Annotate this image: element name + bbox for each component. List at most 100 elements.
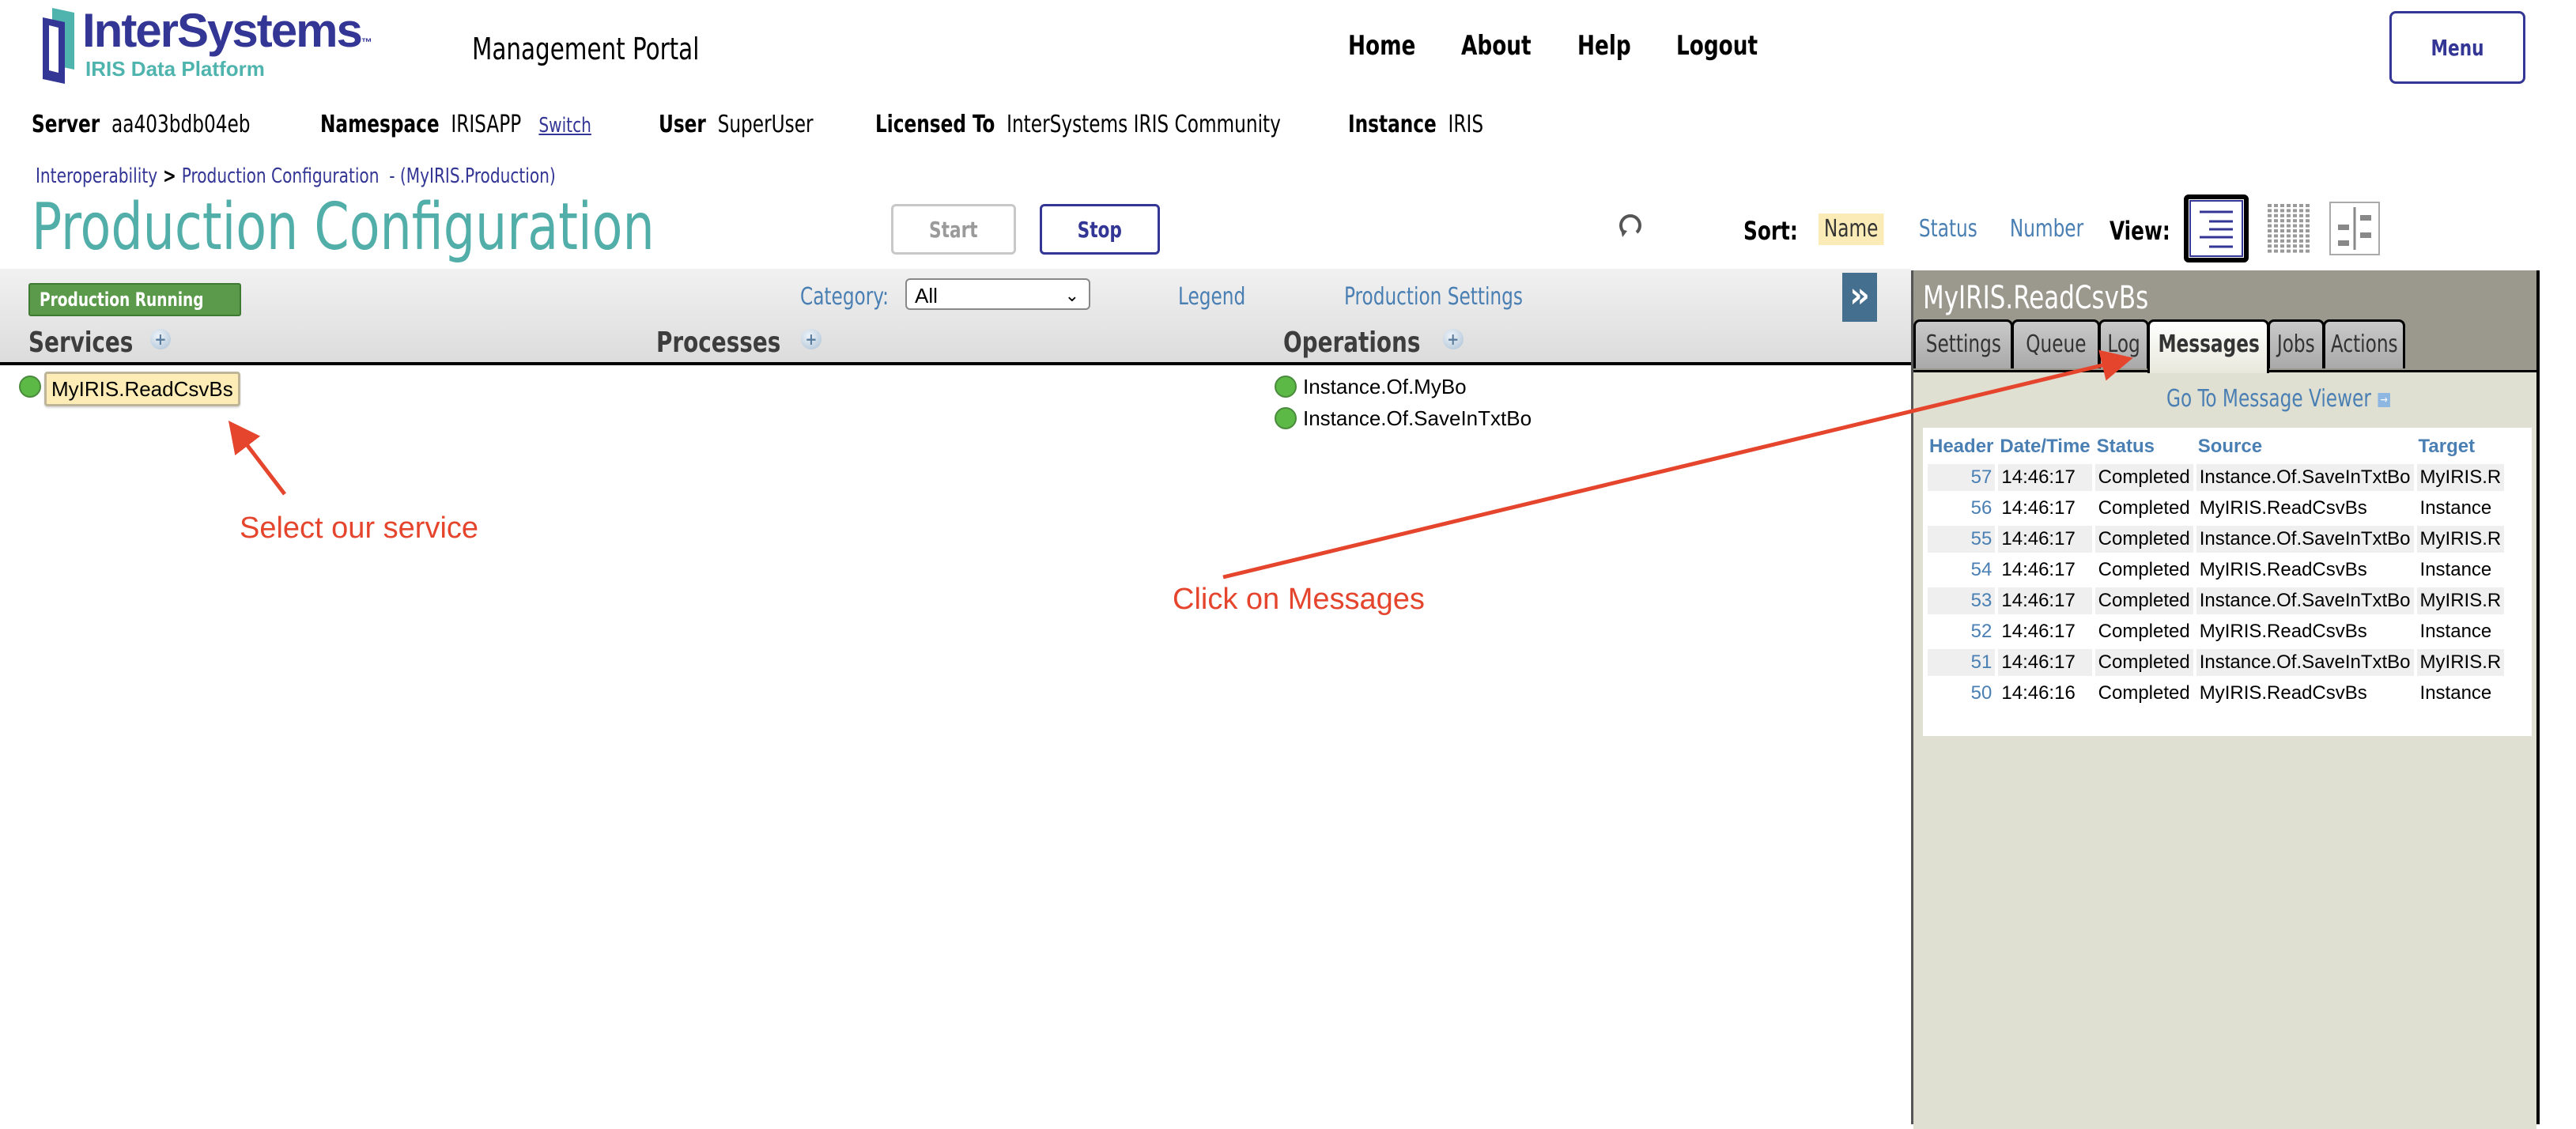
table-row[interactable]: 56 14:46:17 Completed MyIRIS.ReadCsvBs Insta… <box>1928 495 2504 522</box>
add-operation-icon[interactable]: + <box>1442 329 1464 349</box>
grid-dot <box>2306 209 2310 213</box>
start-button[interactable]: Start <box>891 204 1016 255</box>
list-view-button[interactable] <box>2184 194 2249 262</box>
grid-dot <box>2287 249 2291 253</box>
column-header-status[interactable]: Status <box>2095 433 2193 460</box>
nav-logout-link[interactable]: Logout <box>1676 28 1758 63</box>
table-row[interactable]: 57 14:46:17 Completed Instance.Of.SaveInTxt… <box>1928 464 2505 491</box>
operation-item-instance-of-saveintxtbo[interactable]: Instance.Of.SaveInTxtBo <box>1303 405 1532 432</box>
table-row[interactable]: 50 14:46:16 Completed MyIRIS.ReadCsvBs Insta… <box>1928 680 2504 707</box>
page-header: Interoperability > Production Configuratio… <box>0 155 2576 269</box>
grid-dot <box>2306 244 2310 248</box>
grid-dot <box>2268 249 2272 253</box>
grid-dot <box>2293 219 2297 223</box>
add-service-icon[interactable]: + <box>149 329 171 349</box>
services-column-header: Services + <box>28 326 171 361</box>
cell-num[interactable]: 55 <box>1928 526 1996 553</box>
breadcrumb-production-configuration[interactable]: Production Configuration <box>182 164 380 188</box>
production-settings-link[interactable]: Production Settings <box>1344 280 1523 315</box>
cell-status: Completed <box>2094 587 2193 614</box>
service-item-myiris-readcsvbs[interactable]: MyIRIS.ReadCsvBs <box>44 372 240 406</box>
hierarchy-view-button[interactable] <box>2329 199 2384 258</box>
grid-dot <box>2268 209 2272 213</box>
stop-button[interactable]: Stop <box>1040 204 1160 255</box>
category-label: Category: <box>800 283 889 311</box>
cell-datetime: 14:46:17 <box>2001 497 2076 519</box>
cell-datetime: 14:46:17 <box>1998 526 2092 553</box>
add-process-icon[interactable]: + <box>800 329 822 349</box>
category-select[interactable]: All ⌄ <box>905 278 1090 310</box>
nav-home-link[interactable]: Home <box>1348 28 1415 63</box>
collapse-panel-button[interactable]: » <box>1842 273 1877 322</box>
cell-num[interactable]: 52 <box>1928 618 1995 645</box>
cell-num[interactable]: 54 <box>1928 557 1995 583</box>
cell-num[interactable]: 53 <box>1928 587 1996 614</box>
legend-link[interactable]: Legend <box>1178 280 1245 315</box>
sort-by-name[interactable]: Name <box>1819 213 1884 245</box>
table-row[interactable]: 52 14:46:17 Completed MyIRIS.ReadCsvBs Insta… <box>1928 618 2504 645</box>
cell-datetime: 14:46:17 <box>2001 559 2076 580</box>
tab-jobs[interactable]: Jobs <box>2268 319 2325 368</box>
sort-by-number[interactable]: Number <box>2004 213 2089 245</box>
intersystems-logo-icon <box>43 8 74 84</box>
operation-item-instance-of-mybo[interactable]: Instance.Of.MyBo <box>1303 373 1467 400</box>
grid-dot <box>2287 204 2291 207</box>
tab-log[interactable]: Log <box>2098 319 2149 368</box>
processes-column-header: Processes + <box>656 326 822 361</box>
nav-about-link[interactable]: About <box>1461 28 1532 63</box>
grid-dot <box>2280 224 2284 228</box>
grid-dot <box>2299 229 2303 232</box>
service-status-dot <box>19 376 41 398</box>
grid-dot <box>2306 239 2310 243</box>
cell-target: Instance <box>2419 559 2492 580</box>
licensed-to-value: InterSystems IRIS Community <box>1007 111 1281 138</box>
refresh-icon[interactable] <box>1615 209 1646 240</box>
table-row[interactable]: 54 14:46:17 Completed MyIRIS.ReadCsvBs Insta… <box>1928 557 2504 583</box>
cell-num[interactable]: 56 <box>1928 495 1995 522</box>
grid-dot <box>2280 213 2284 217</box>
grid-view-button[interactable] <box>2261 199 2317 258</box>
tab-messages[interactable]: Messages <box>2147 319 2269 373</box>
cell-target: Instance <box>2419 497 2492 519</box>
operations-column-header: Operations + <box>1283 326 1464 361</box>
operation-status-dot <box>1275 407 1297 429</box>
column-header-target[interactable]: Target <box>2417 433 2505 460</box>
grid-dot <box>2306 234 2310 238</box>
switch-namespace-link[interactable]: Switch <box>538 114 591 138</box>
cell-source: Instance.Of.SaveInTxtBo <box>2196 587 2414 614</box>
tab-queue[interactable]: Queue <box>2011 319 2100 368</box>
table-row[interactable]: 55 14:46:17 Completed Instance.Of.SaveInTxt… <box>1928 526 2505 553</box>
grid-dot <box>2293 213 2297 217</box>
nav-help-link[interactable]: Help <box>1577 28 1631 63</box>
grid-dot <box>2287 239 2291 243</box>
go-to-message-viewer-link[interactable]: Go To Message Viewer → <box>2166 383 2390 415</box>
table-row[interactable]: 53 14:46:17 Completed Instance.Of.SaveInTxt… <box>1928 587 2505 614</box>
column-header-header[interactable]: Header <box>1928 433 1995 460</box>
grid-dot <box>2293 209 2297 213</box>
cell-num[interactable]: 51 <box>1928 649 1996 676</box>
grid-dot <box>2299 234 2303 238</box>
grid-dot <box>2268 204 2272 207</box>
cell-num[interactable]: 57 <box>1928 464 1996 491</box>
cell-num[interactable]: 50 <box>1928 680 1995 707</box>
sort-by-status[interactable]: Status <box>1913 213 1983 245</box>
grid-dot <box>2280 204 2284 207</box>
column-header-datetime[interactable]: Date/Time <box>1998 433 2091 460</box>
server-label: Server <box>32 111 100 138</box>
cell-target: MyIRIS.R <box>2416 526 2505 553</box>
cell-source: Instance.Of.SaveInTxtBo <box>2196 649 2414 676</box>
breadcrumb-interoperability[interactable]: Interoperability <box>36 164 157 188</box>
grid-dot <box>2287 219 2291 223</box>
grid-dot <box>2274 213 2278 217</box>
cell-status: Completed <box>2098 497 2190 519</box>
menu-button[interactable]: Menu <box>2389 11 2525 84</box>
cell-datetime: 14:46:17 <box>1998 649 2092 676</box>
table-row[interactable]: 51 14:46:17 Completed Instance.Of.SaveInTxt… <box>1928 649 2505 676</box>
cell-status: Completed <box>2094 649 2193 676</box>
tab-settings[interactable]: Settings <box>1913 319 2013 368</box>
tab-actions[interactable]: Actions <box>2323 319 2405 368</box>
instance-value: IRIS <box>1448 111 1484 138</box>
menu-button-label: Menu <box>2431 34 2484 61</box>
column-header-source[interactable]: Source <box>2196 433 2414 460</box>
grid-dot <box>2287 229 2291 232</box>
